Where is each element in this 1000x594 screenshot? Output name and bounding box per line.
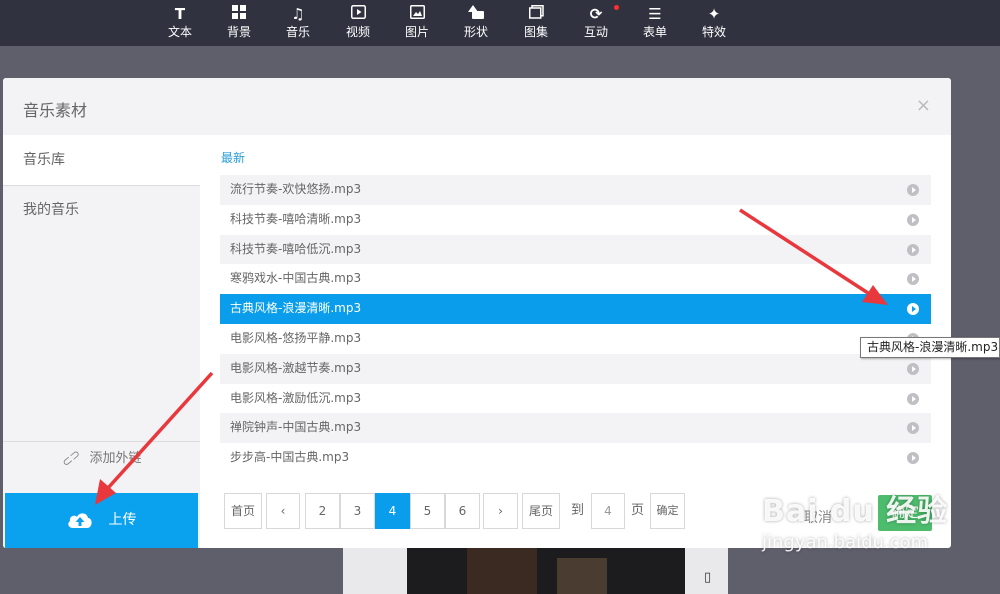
add-link-label: 添加外链 — [89, 451, 142, 466]
song-name: 科技节奏-嘻哈低沉.mp3 — [230, 241, 362, 256]
song-row[interactable]: 电影风格-激励低沉.mp3 — [220, 383, 931, 414]
dialog-header: 音乐素材 × — [3, 78, 951, 135]
form-icon: ☰ — [648, 5, 662, 23]
current-page-button[interactable]: 4 — [375, 493, 410, 529]
page-button[interactable]: 5 — [410, 493, 445, 529]
song-row[interactable]: 科技节奏-嘻哈低沉.mp3 — [220, 234, 931, 265]
toolbar-item-interact[interactable]: ⟳ 互动 — [576, 4, 616, 40]
toolbar-item-gallery[interactable]: 图集 — [516, 4, 556, 40]
text-icon: T — [174, 5, 186, 23]
goto-suffix: 页 — [631, 503, 645, 518]
play-icon[interactable] — [907, 422, 919, 435]
baidu-watermark: Bai du 经验 jingyan.baidu.com — [762, 486, 948, 553]
last-page-button[interactable]: 尾页 — [522, 493, 560, 529]
song-row[interactable]: 流行节奏-欢快悠扬.mp3 — [220, 175, 931, 205]
song-name: 禅院钟声-中国古典.mp3 — [230, 420, 362, 435]
page-button[interactable]: 6 — [445, 493, 480, 529]
goto-page-input[interactable]: 4 — [591, 493, 625, 529]
sidebar-item-music-library[interactable]: 音乐库 — [3, 135, 200, 185]
watermark-logo: Bai du 经验 — [762, 494, 949, 529]
toolbar-item-video[interactable]: 视频 — [338, 4, 378, 40]
song-name: 电影风格-悠扬平静.mp3 — [230, 330, 362, 345]
song-name: 电影风格-激越节奏.mp3 — [230, 360, 362, 375]
play-icon[interactable] — [907, 452, 919, 465]
toolbar-item-effects[interactable]: ✦ 特效 — [694, 4, 734, 40]
section-latest[interactable]: 最新 — [221, 149, 245, 166]
dialog-sidebar: 音乐库 我的音乐 ⊂⊃ 添加外链 上传 — [3, 135, 200, 548]
song-row[interactable]: 科技节奏-嘻哈清晰.mp3 — [220, 204, 931, 235]
toolbar-item-music[interactable]: ♫ 音乐 — [278, 4, 318, 40]
effects-icon: ✦ — [707, 5, 721, 23]
interact-icon: ⟳ — [589, 5, 603, 23]
page-button[interactable]: 2 — [305, 493, 340, 529]
music-material-dialog: 音乐素材 × 音乐库 我的音乐 ⊂⊃ 添加外链 上传 最新 流行节奏-欢快悠扬.m… — [3, 78, 951, 548]
music-icon: ♫ — [291, 5, 305, 23]
play-icon[interactable] — [907, 273, 919, 286]
song-row[interactable]: 步步高-中国古典.mp3 — [220, 443, 931, 473]
link-icon: ⊂⊃ — [59, 446, 84, 470]
play-icon[interactable] — [907, 392, 919, 405]
add-external-link-button[interactable]: ⊂⊃ 添加外链 — [3, 446, 200, 470]
play-icon[interactable] — [907, 184, 919, 196]
sidebar-divider — [3, 441, 200, 442]
song-name: 古典风格-浪漫清晰.mp3 — [230, 301, 362, 316]
song-name: 寒鸦戏水-中国古典.mp3 — [230, 271, 362, 286]
video-icon — [338, 4, 378, 24]
song-name: 步步高-中国古典.mp3 — [230, 450, 350, 465]
song-name: 电影风格-激励低沉.mp3 — [230, 390, 362, 405]
canvas-photo — [407, 548, 685, 594]
page-button[interactable]: 3 — [340, 493, 375, 529]
toolbar-item-form[interactable]: ☰ 表单 — [635, 4, 675, 40]
next-page-button[interactable]: › — [483, 493, 518, 529]
toolbar-item-background[interactable]: 背景 — [219, 4, 259, 40]
song-row[interactable]: 电影风格-悠扬平静.mp3 — [220, 323, 931, 354]
song-row-selected[interactable]: 古典风格-浪漫清晰.mp3 — [220, 294, 931, 324]
dialog-title: 音乐素材 — [23, 101, 88, 120]
first-page-button[interactable]: 首页 — [224, 493, 262, 529]
cloud-upload-icon — [67, 513, 92, 528]
toolbar-item-image[interactable]: 图片 — [397, 4, 437, 40]
goto-confirm-button[interactable]: 确定 — [650, 493, 685, 529]
upload-button[interactable]: 上传 — [5, 493, 198, 548]
song-list: 流行节奏-欢快悠扬.mp3 科技节奏-嘻哈清晰.mp3 科技节奏-嘻哈低沉.mp… — [220, 175, 931, 473]
song-row[interactable]: 寒鸦戏水-中国古典.mp3 — [220, 264, 931, 295]
song-row[interactable]: 电影风格-激越节奏.mp3 — [220, 353, 931, 384]
goto-prefix: 到 — [571, 503, 585, 518]
song-name: 科技节奏-嘻哈清晰.mp3 — [230, 211, 362, 226]
song-name: 流行节奏-欢快悠扬.mp3 — [230, 182, 362, 196]
play-icon[interactable] — [907, 243, 919, 256]
watermark-url: jingyan.baidu.com — [762, 532, 929, 553]
upload-label: 上传 — [108, 512, 137, 528]
image-icon — [397, 4, 437, 24]
background-icon — [219, 4, 259, 24]
phone-icon[interactable]: ▯ — [704, 570, 711, 585]
shape-icon — [456, 4, 496, 24]
sidebar-item-my-music[interactable]: 我的音乐 — [3, 185, 200, 235]
song-tooltip: 古典风格-浪漫清晰.mp3 — [860, 337, 1000, 358]
play-icon[interactable] — [907, 362, 919, 375]
top-toolbar: T 文本 背景 ♫ 音乐 视频 图片 形状 图集 ⟳ 互动 ☰ 表单 ✦ 特效 — [0, 0, 1000, 46]
notification-dot — [614, 5, 619, 10]
gallery-icon — [516, 4, 556, 24]
close-icon[interactable]: × — [916, 95, 931, 116]
play-icon[interactable] — [907, 303, 919, 316]
song-row[interactable]: 禅院钟声-中国古典.mp3 — [220, 413, 931, 444]
play-icon[interactable] — [907, 213, 919, 226]
prev-page-button[interactable]: ‹ — [266, 493, 300, 529]
toolbar-item-text[interactable]: T 文本 — [160, 4, 200, 40]
toolbar-item-shape[interactable]: 形状 — [456, 4, 496, 40]
